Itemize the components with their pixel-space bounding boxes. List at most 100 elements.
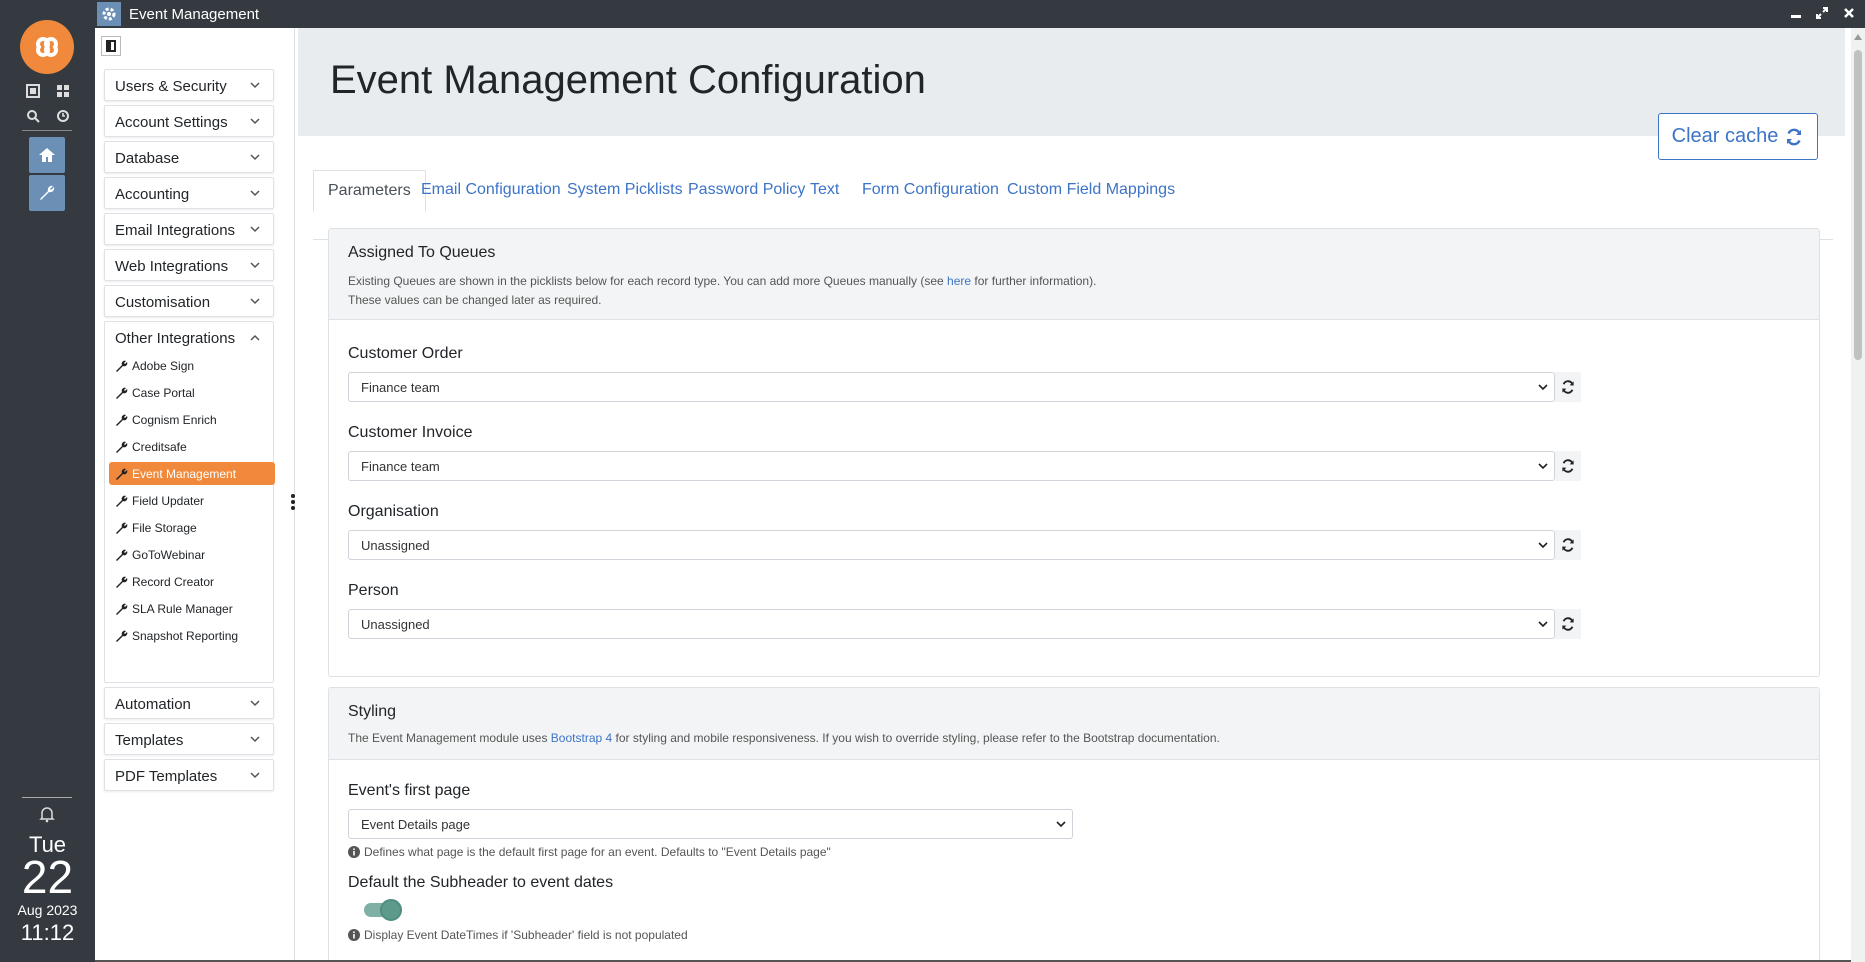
customer-invoice-select[interactable]: Finance team: [348, 451, 1555, 481]
sidebar-subitem-adobe-sign[interactable]: Adobe Sign: [109, 354, 275, 377]
sidebar-subitem-case-portal[interactable]: Case Portal: [109, 381, 275, 404]
restore-button[interactable]: [1813, 5, 1831, 23]
chevron-down-icon: [250, 298, 260, 305]
resize-handle-icon[interactable]: [290, 493, 296, 511]
hint-text: Display Event DateTimes if 'Subheader' f…: [364, 928, 688, 942]
sidebar-subitem-gotowebinar[interactable]: GoToWebinar: [109, 543, 275, 566]
chevron-down-icon: [250, 154, 260, 161]
scroll-up-icon[interactable]: [1854, 34, 1862, 40]
sidebar-item-accounting[interactable]: Accounting: [104, 177, 274, 209]
chevron-down-icon: [250, 700, 260, 707]
wrench-icon: [116, 630, 128, 642]
refresh-icon: [1562, 538, 1574, 552]
bell-icon[interactable]: [38, 805, 56, 823]
tab-custom-field-mappings[interactable]: Custom Field Mappings: [993, 170, 1189, 212]
organisation-select[interactable]: Unassigned: [348, 530, 1555, 560]
help-link[interactable]: here: [947, 274, 971, 288]
tab-email-configuration[interactable]: Email Configuration: [407, 170, 575, 212]
sidebar-item-label: Email Integrations: [115, 222, 236, 239]
history-icon[interactable]: [55, 109, 71, 125]
bootstrap-link[interactable]: Bootstrap 4: [551, 731, 612, 745]
sidebar-subitem-creditsafe[interactable]: Creditsafe: [109, 435, 275, 458]
main-scrollbar[interactable]: [1851, 28, 1865, 962]
toggle-knob: [380, 899, 402, 921]
minimize-icon: [1791, 15, 1801, 18]
window-title: Event Management: [129, 6, 260, 23]
search-icon[interactable]: [25, 109, 41, 125]
sidebar-subitem-label: Record Creator: [132, 574, 215, 589]
sidebar-item-database[interactable]: Database: [104, 141, 274, 173]
sidebar-item-label: Automation: [115, 696, 191, 713]
select-value: Unassigned: [361, 538, 430, 553]
wrench-icon: [116, 360, 128, 372]
chevron-down-icon: [250, 736, 260, 743]
main-content: Event Management Configuration Clear cac…: [298, 28, 1845, 962]
sidebar-subitem-event-management[interactable]: Event Management: [109, 462, 275, 485]
rail-divider-bottom: [22, 797, 72, 798]
window-icon[interactable]: [25, 84, 41, 100]
sidebar-item-templates[interactable]: Templates: [104, 723, 274, 755]
wrench-icon: [116, 441, 128, 453]
sidebar-subitem-label: Case Portal: [132, 385, 195, 400]
wrench-icon: [116, 414, 128, 426]
card-description-text: for further information).: [974, 274, 1097, 288]
customer-order-label: Customer Order: [348, 345, 463, 362]
sidebar-subitem-record-creator[interactable]: Record Creator: [109, 570, 275, 593]
dashboard-icon[interactable]: [55, 84, 71, 100]
card-description-text: Existing Queues are shown in the picklis…: [348, 274, 944, 288]
person-select[interactable]: Unassigned: [348, 609, 1555, 639]
customer-order-refresh-button[interactable]: [1555, 372, 1581, 402]
sidebar-item-automation[interactable]: Automation: [104, 687, 274, 719]
sidebar-item-customisation[interactable]: Customisation: [104, 285, 274, 317]
sidebar-subitem-sla-rule-manager[interactable]: SLA Rule Manager: [109, 597, 275, 620]
tab-form-configuration[interactable]: Form Configuration: [848, 170, 1013, 212]
app-rail: Tue 22 Aug 2023 11:12: [0, 0, 95, 962]
card-header: Assigned To Queues Existing Queues are s…: [329, 229, 1819, 320]
customer-invoice-refresh-button[interactable]: [1555, 451, 1581, 481]
sidebar-subitem-label: GoToWebinar: [132, 547, 206, 562]
sidebar-item-web-integrations[interactable]: Web Integrations: [104, 249, 274, 281]
tab-text[interactable]: Text: [796, 170, 853, 212]
sidebar-item-label: Templates: [115, 732, 184, 749]
settings-tools-button[interactable]: [29, 175, 65, 211]
refresh-icon: [1562, 617, 1574, 631]
sidebar-item-pdf-templates[interactable]: PDF Templates: [104, 759, 274, 791]
person-label: Person: [348, 582, 399, 599]
sidebar-item-email-integrations[interactable]: Email Integrations: [104, 213, 274, 245]
card-description: The Event Management module uses Bootstr…: [348, 729, 1220, 748]
sidebar-item-users-security[interactable]: Users & Security: [104, 69, 274, 101]
sidebar-subitem-label: Adobe Sign: [132, 358, 195, 373]
close-icon: [1844, 8, 1854, 18]
sidebar-subitem-field-updater[interactable]: Field Updater: [109, 489, 275, 512]
restore-icon: [1816, 7, 1828, 19]
customer-order-select[interactable]: Finance team: [348, 372, 1555, 402]
sidebar-group-header[interactable]: Other Integrations: [115, 330, 235, 347]
app-logo-icon[interactable]: [20, 20, 74, 74]
card-description-text: These values can be changed later as req…: [348, 293, 602, 307]
page-title: Event Management Configuration: [330, 58, 926, 102]
sidebar-item-account-settings[interactable]: Account Settings: [104, 105, 274, 137]
sidebar-group-other-integrations: Other Integrations Adobe Sign Case Porta…: [104, 321, 275, 683]
person-refresh-button[interactable]: [1555, 609, 1581, 639]
sidebar-item-label: Accounting: [115, 186, 190, 203]
subheader-toggle[interactable]: [364, 899, 402, 921]
sidebar-item-label: Web Integrations: [115, 258, 229, 275]
minimize-button[interactable]: [1787, 5, 1805, 23]
organisation-refresh-button[interactable]: [1555, 530, 1581, 560]
sidebar-item-label: PDF Templates: [115, 768, 218, 785]
scrollbar-thumb[interactable]: [1854, 50, 1862, 360]
clear-cache-button[interactable]: Clear cache: [1658, 113, 1818, 160]
sidebar-subitem-cognism-enrich[interactable]: Cognism Enrich: [109, 408, 275, 431]
organisation-label: Organisation: [348, 503, 439, 520]
sidebar-toggle-button[interactable]: [101, 36, 121, 56]
sidebar-subitem-label: File Storage: [132, 520, 197, 535]
chevron-down-icon: [1538, 463, 1548, 470]
sidebar-subitem-label: Event Management: [132, 466, 237, 481]
sidebar-subitem-snapshot-reporting[interactable]: Snapshot Reporting: [109, 624, 275, 647]
close-button[interactable]: [1840, 5, 1858, 23]
sidebar-subitem-file-storage[interactable]: File Storage: [109, 516, 275, 539]
customer-invoice-label: Customer Invoice: [348, 424, 473, 441]
chevron-up-icon[interactable]: [249, 332, 261, 344]
first-page-select[interactable]: Event Details page: [348, 809, 1073, 839]
home-button[interactable]: [29, 137, 65, 173]
